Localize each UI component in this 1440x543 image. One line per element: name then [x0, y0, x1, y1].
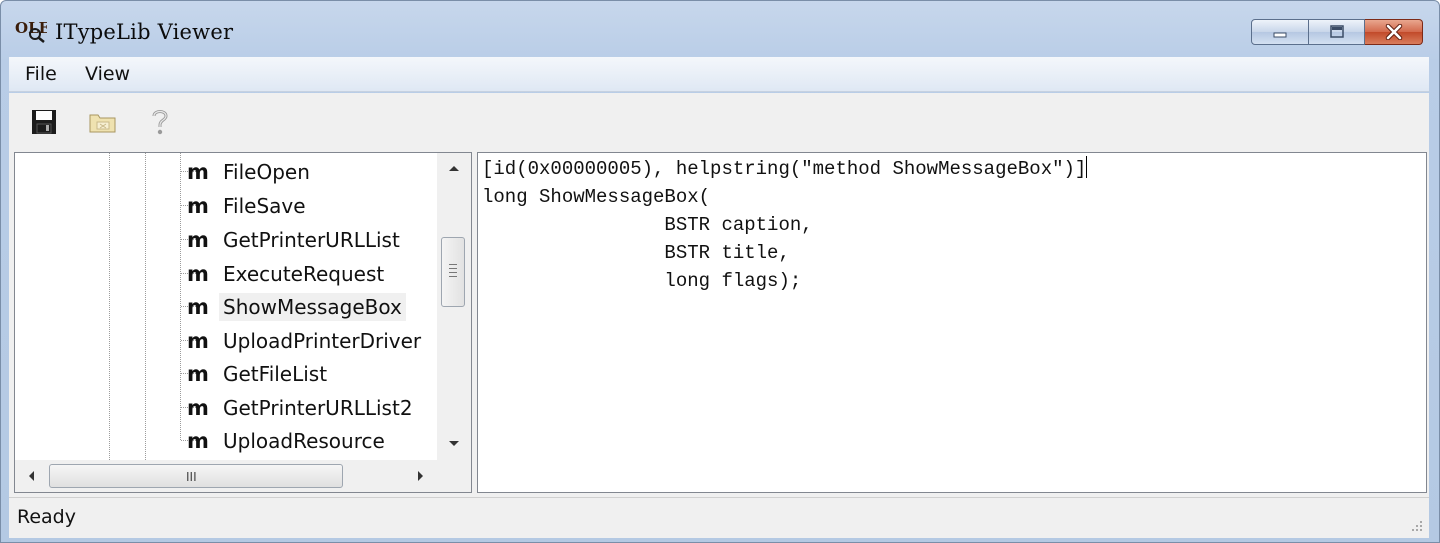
definition-pane[interactable]: [id(0x00000005), helpstring("method Show… [477, 152, 1427, 493]
open-button[interactable] [86, 105, 120, 139]
scroll-down-arrow-icon[interactable] [448, 440, 460, 448]
minimize-button[interactable] [1251, 19, 1309, 45]
idl-definition[interactable]: [id(0x00000005), helpstring("method Show… [482, 155, 1088, 295]
minimize-icon [1273, 32, 1287, 38]
tree-item-label: FileOpen [223, 160, 310, 184]
menu-bar: File View [9, 57, 1429, 92]
scroll-left-arrow-icon[interactable] [27, 470, 35, 482]
tree-item-showmessagebox[interactable]: m ShowMessageBox [187, 292, 406, 322]
help-question-icon [152, 110, 168, 135]
floppy-save-icon [32, 110, 56, 134]
status-text: Ready [17, 506, 76, 528]
vertical-scroll-thumb[interactable] [441, 237, 465, 307]
folder-open-icon [89, 114, 116, 133]
help-button[interactable] [143, 105, 177, 139]
tree-item-getfilelist[interactable]: m GetFileList [187, 359, 331, 389]
typelib-tree[interactable]: m FileOpen m FileSave m GetPrinterURLLis… [14, 152, 472, 493]
caption-buttons [1251, 19, 1423, 47]
scroll-right-arrow-icon[interactable] [417, 470, 425, 482]
tree-item-fileopen[interactable]: m FileOpen [187, 157, 314, 187]
menu-view[interactable]: View [85, 63, 130, 85]
menu-file[interactable]: File [25, 63, 57, 85]
close-button[interactable] [1365, 19, 1423, 45]
tree-item-executerequest[interactable]: m ExecuteRequest [187, 259, 388, 289]
scroll-up-arrow-icon[interactable] [448, 164, 460, 172]
title-bar[interactable]: OLE ITypeLib Viewer [1, 1, 1439, 55]
tree-item-filesave[interactable]: m FileSave [187, 191, 310, 221]
tree-item-label: UploadResource [223, 429, 385, 453]
tree-item-uploadprinterdriver[interactable]: m UploadPrinterDriver [187, 326, 425, 356]
resize-grip-icon[interactable] [1409, 518, 1423, 532]
tree-item-label: GetPrinterURLList2 [223, 396, 413, 420]
method-icon: m [187, 194, 209, 218]
tree-item-label: UploadPrinterDriver [223, 329, 422, 353]
tree-horizontal-scrollbar[interactable]: III [15, 460, 437, 492]
method-icon: m [187, 295, 209, 319]
status-bar: Ready [9, 497, 1429, 538]
horizontal-grip: III [186, 470, 197, 484]
code-line: [id(0x00000005), helpstring("method Show… [482, 158, 1087, 180]
method-icon: m [187, 228, 209, 252]
close-icon [1385, 24, 1402, 40]
horizontal-scroll-thumb[interactable]: III [49, 464, 343, 488]
tree-item-getprinterurllist2[interactable]: m GetPrinterURLList2 [187, 393, 417, 423]
maximize-button[interactable] [1309, 19, 1365, 45]
tree-item-label: GetPrinterURLList [223, 228, 400, 252]
tree-item-label: FileSave [223, 194, 306, 218]
method-icon: m [187, 362, 209, 386]
code-line: BSTR title, [482, 242, 790, 264]
code-line: long flags); [482, 270, 802, 292]
toolbar [9, 93, 1429, 150]
app-icon: OLE [15, 19, 47, 43]
window-title: ITypeLib Viewer [55, 20, 234, 44]
tree-item-label: GetFileList [223, 362, 328, 386]
tree-item-uploadresource[interactable]: m UploadResource [187, 426, 389, 456]
scrollbar-corner [437, 460, 471, 492]
method-icon: m [187, 160, 209, 184]
tree-item-getprinterurllist[interactable]: m GetPrinterURLList [187, 225, 404, 255]
maximize-icon [1329, 25, 1344, 38]
scroll-grip-icon [449, 264, 457, 280]
save-button[interactable] [27, 105, 61, 139]
method-icon: m [187, 262, 209, 286]
code-line: BSTR caption, [482, 214, 813, 236]
method-icon: m [187, 396, 209, 420]
method-icon: m [187, 329, 209, 353]
tree-item-label: ExecuteRequest [223, 262, 385, 286]
text-caret [1086, 156, 1088, 178]
app-window: OLE ITypeLib Viewer File View m FileOpen… [0, 0, 1440, 543]
method-icon: m [187, 429, 209, 453]
tree-item-label: ShowMessageBox [219, 293, 406, 321]
client-area: m FileOpen m FileSave m GetPrinterURLLis… [9, 149, 1429, 497]
tree-vertical-scrollbar[interactable] [437, 153, 471, 460]
code-line: long ShowMessageBox( [482, 186, 711, 208]
